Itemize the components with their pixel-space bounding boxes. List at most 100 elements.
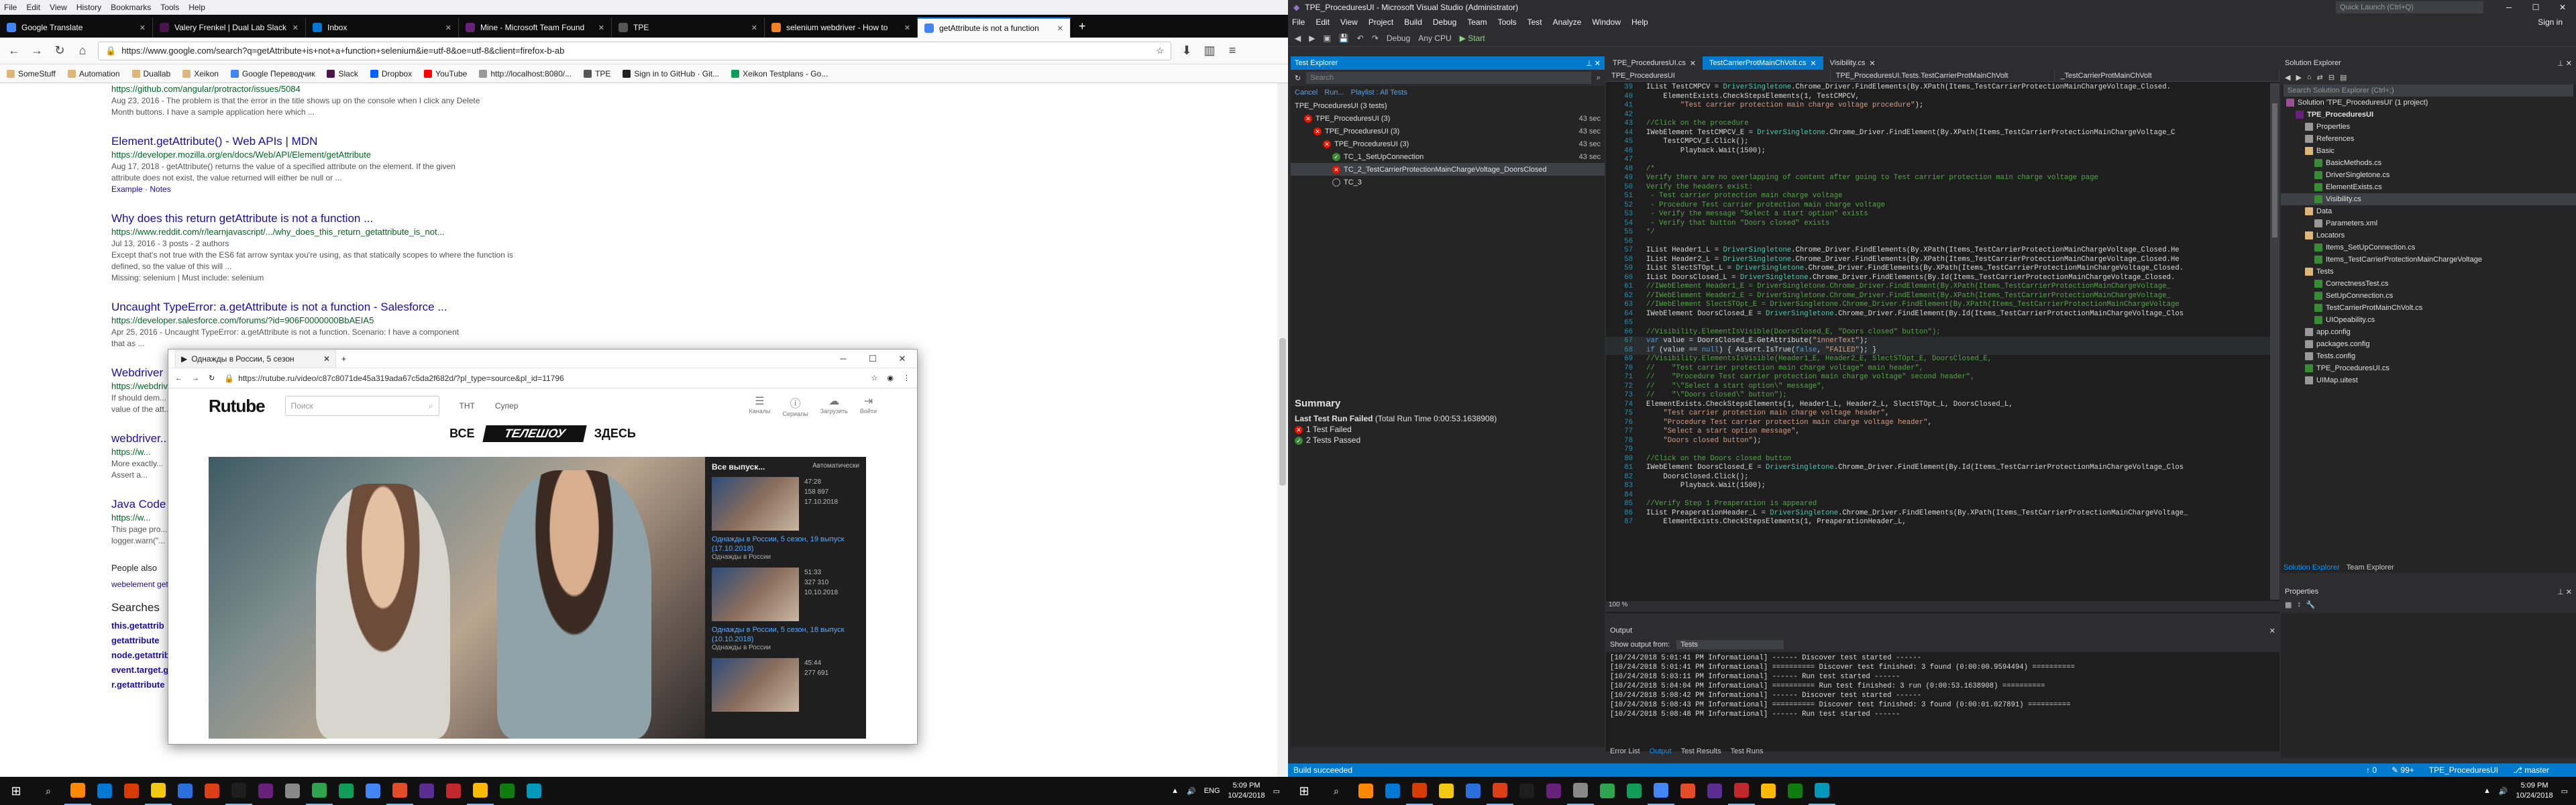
episode-thumbnail[interactable] [712,477,799,531]
back-arrow-icon[interactable]: ← [175,374,182,382]
scrollbar-thumb[interactable] [2272,103,2277,237]
solution-tab[interactable]: Solution Explorer [2284,564,2340,574]
taskbar-app-icon[interactable] [1648,777,1674,805]
pin-icon[interactable]: ⊥ ✕ [2557,59,2572,68]
pending-changes[interactable]: ↑ 0 [2366,765,2377,775]
episode-channel[interactable]: Однажды в России [712,644,859,651]
bookmark-item[interactable]: Sign in to GitHub · Git... [623,69,719,78]
cancel-link[interactable]: Cancel [1295,89,1318,97]
close-tab-icon[interactable]: ✕ [140,23,146,32]
tests-failed[interactable]: 1 Test Failed [1306,425,1352,434]
taskbar-app-icon[interactable] [440,777,467,805]
forward-icon[interactable]: ▶ [2296,73,2301,82]
volume-icon[interactable]: 🔊 [1187,787,1196,796]
back-icon[interactable]: ◀ [1295,34,1301,43]
episode-caption[interactable]: Однажды в России, 5 сезон, 18 выпуск (10… [712,625,859,644]
solution-node[interactable]: DriverSingletone.cs [2281,169,2576,181]
taskbar-app-icon[interactable] [1674,777,1701,805]
close-tab-icon[interactable]: ✕ [1057,24,1063,33]
taskbar-app-icon[interactable] [64,777,91,805]
vs-menu-file[interactable]: File [1292,17,1305,27]
notifications-icon[interactable]: ▭ [2561,787,2568,796]
nav-dropdown[interactable]: TPE_ProceduresUI.Tests.TestCarrierProtMa… [1831,70,2055,81]
result-title-link[interactable]: Uncaught TypeError: a.getAttribute is no… [111,300,514,315]
solution-node[interactable]: app.config [2281,326,2576,338]
episode-item[interactable]: 47:28 158 897 17.10.2018 [712,477,859,531]
nav-tnt[interactable]: ТНТ [460,401,475,411]
channels-button[interactable]: ☰ Каналы [749,394,771,417]
pin-icon[interactable]: ⊥ ✕ [1586,59,1601,68]
taskbar-app-icon[interactable] [413,777,440,805]
close-icon[interactable]: ✕ [888,354,917,364]
bookmark-item[interactable]: Google Переводчик [230,69,315,78]
taskbar-app-icon[interactable] [1782,777,1809,805]
edits-count[interactable]: ✎ 99+ [2392,765,2414,775]
taskbar-app-icon[interactable] [279,777,306,805]
taskbar-app-icon[interactable] [1433,777,1460,805]
solution-node[interactable]: SetUpConnection.cs [2281,290,2576,302]
close-tab-icon[interactable]: ✕ [598,23,604,32]
forward-arrow-icon[interactable]: → [192,374,199,382]
taskbar-app-icon[interactable] [1352,777,1379,805]
solution-node[interactable]: UIOpeability.cs [2281,314,2576,326]
test-tree-row[interactable]: ✕ TPE_ProceduresUI (3) 43 sec [1291,112,1605,125]
editor-tab[interactable]: Visibility.cs ✕ [1823,56,1882,70]
episode-item[interactable]: 45:44 277 691 [712,658,859,712]
autoplay-label[interactable]: Автоматически [812,462,859,472]
sign-in-link[interactable]: Sign in [2538,17,2563,27]
quick-launch-input[interactable]: Quick Launch (Ctrl+Q) [2336,1,2483,13]
taskbar-app-icon[interactable] [1540,777,1567,805]
taskbar-app-icon[interactable] [521,777,547,805]
taskbar-app-icon[interactable] [1567,777,1594,805]
close-tab-icon[interactable]: ✕ [751,23,757,32]
menu-history[interactable]: History [76,3,101,12]
menu-bookmarks[interactable]: Bookmarks [111,3,151,12]
taskbar-app-icon[interactable] [1621,777,1648,805]
categorized-icon[interactable]: ▦ [2285,600,2292,611]
pin-icon[interactable]: ⊥ ✕ [2557,588,2572,596]
taskbar-app-icon[interactable] [118,777,145,805]
result-url[interactable]: https://github.com/angular/protractor/is… [111,83,514,95]
solution-node[interactable]: Properties [2281,121,2576,133]
close-icon[interactable]: ✕ [2269,627,2275,635]
episode-channel[interactable]: Однажды в России [712,553,859,561]
back-icon[interactable]: ◀ [2285,73,2290,82]
clock[interactable]: 5:09 PM 10/24/2018 [2516,781,2553,801]
episode-thumbnail[interactable] [712,658,799,712]
episode-caption[interactable]: Однажды в России, 5 сезон, 19 выпуск (17… [712,535,859,553]
close-icon[interactable]: ✕ [2549,3,2576,12]
browser-tab[interactable]: getAttribute is not a function ✕ [918,17,1071,38]
taskbar-app-icon[interactable] [386,777,413,805]
alphabetical-icon[interactable]: ↕ [2297,600,2301,611]
solution-node[interactable]: Locators [2281,229,2576,241]
taskbar-app-icon[interactable] [1460,777,1487,805]
solution-node[interactable]: Basic [2281,145,2576,157]
video-player[interactable] [209,457,705,739]
branch-name[interactable]: ⎇ master [2513,765,2549,775]
vs-menu-debug[interactable]: Debug [1433,17,1456,27]
bottom-tab[interactable]: Test Results [1681,747,1721,758]
nav-dropdown[interactable]: TPE_ProceduresUI [1606,70,1831,81]
solution-node[interactable]: Tests [2281,266,2576,278]
playlist-dropdown[interactable]: Playlist : All Tests [1351,89,1407,97]
solution-search-input[interactable]: Search Solution Explorer (Ctrl+;) [2284,85,2573,97]
solution-tab[interactable]: Team Explorer [2347,564,2394,574]
result-url[interactable]: https://developer.mozilla.org/en/docs/We… [111,149,514,161]
account-icon[interactable]: ◉ [887,374,894,382]
result-title-link[interactable]: Why does this return getAttribute is not… [111,211,514,226]
search-icon[interactable]: ⌕ [32,777,64,805]
refresh-icon[interactable]: ↻ [1295,74,1301,83]
home-icon[interactable]: ⌂ [75,44,90,58]
solution-node[interactable]: Items_SetUpConnection.cs [2281,241,2576,254]
scrollbar-thumb[interactable] [1279,338,1286,486]
new-tab-icon[interactable]: + [1071,19,1094,34]
new-tab-icon[interactable]: + [341,354,346,364]
minimize-icon[interactable]: ─ [828,354,858,364]
save-icon[interactable]: 💾 [1339,34,1349,43]
volume-icon[interactable]: 🔊 [2499,787,2508,796]
solution-node[interactable]: TPE_ProceduresUI.cs [2281,362,2576,374]
zoom-level[interactable]: 100 % [1606,601,2279,612]
menu-tools[interactable]: Tools [160,3,179,12]
search-icon[interactable]: ⌕ [1597,74,1601,83]
minimize-icon[interactable]: ─ [2496,3,2522,12]
